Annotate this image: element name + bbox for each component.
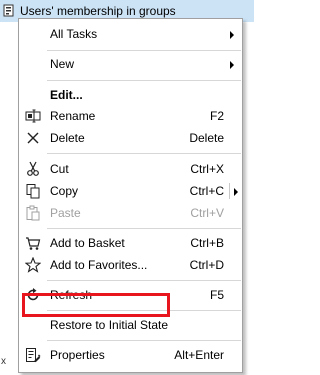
menu-separator — [47, 228, 241, 229]
menu-item-rename[interactable]: Rename F2 — [19, 105, 242, 127]
menu-item-delete[interactable]: Delete Delete — [19, 127, 242, 149]
menu-separator — [47, 153, 241, 154]
menu-item-shortcut: Delete — [189, 131, 224, 145]
highlight-box — [22, 293, 170, 317]
menu-item-label: Add to Favorites... — [50, 258, 148, 272]
submenu-arrow-icon — [230, 61, 234, 69]
menu-item-restore-to-initial-state[interactable]: Restore to Initial State — [19, 314, 242, 336]
menu-item-label: Cut — [50, 162, 69, 176]
paste-icon — [25, 205, 41, 221]
menu-separator — [47, 340, 241, 341]
menu-item-label: Properties — [50, 348, 105, 362]
menu-item-shortcut: Ctrl+V — [190, 206, 224, 220]
menu-item-copy[interactable]: Copy Ctrl+C — [19, 180, 242, 202]
menu-item-add-to-basket[interactable]: Add to Basket Ctrl+B — [19, 232, 242, 254]
star-icon — [24, 256, 42, 273]
submenu-arrow-icon[interactable] — [234, 188, 238, 196]
menu-item-shortcut: Alt+Enter — [174, 348, 224, 362]
menu-item-label: Delete — [50, 131, 85, 145]
menu-item-label: Rename — [50, 109, 96, 123]
background-panel — [0, 22, 18, 375]
background-glyph: x — [1, 356, 6, 367]
menu-item-shortcut: Ctrl+B — [190, 236, 224, 250]
menu-item-label: New — [50, 57, 75, 71]
menu-item-label: Copy — [50, 184, 79, 198]
window-title: Users' membership in groups — [20, 4, 176, 18]
menu-separator — [47, 80, 241, 81]
scissors-icon — [25, 161, 41, 177]
menu-item-cut[interactable]: Cut Ctrl+X — [19, 158, 242, 180]
delete-x-icon — [25, 130, 41, 146]
menu-item-label: Restore to Initial State — [50, 318, 169, 332]
menu-item-label: Add to Basket — [50, 236, 125, 250]
copy-icon — [25, 183, 41, 199]
menu-item-add-to-favorites[interactable]: Add to Favorites... Ctrl+D — [19, 254, 242, 276]
submenu-arrow-icon — [230, 31, 234, 39]
menu-separator — [47, 280, 241, 281]
menu-item-shortcut: Ctrl+D — [189, 258, 224, 272]
properties-icon — [25, 347, 41, 363]
menu-item-all-tasks[interactable]: All Tasks — [19, 23, 242, 45]
menu-item-shortcut: Ctrl+X — [190, 162, 224, 176]
context-menu: All Tasks New Edit... Rename F2 Delete D… — [18, 18, 243, 373]
users-membership-icon — [3, 4, 15, 17]
split-divider — [229, 183, 230, 199]
rename-icon — [25, 108, 41, 124]
menu-item-label: All Tasks — [50, 27, 98, 41]
menu-item-shortcut: F5 — [209, 288, 224, 302]
menu-item-new[interactable]: New — [19, 53, 242, 75]
menu-item-edit[interactable]: Edit... — [19, 84, 242, 106]
basket-icon — [25, 235, 41, 251]
menu-item-shortcut: Ctrl+C — [189, 184, 224, 198]
menu-item-label: Paste — [50, 206, 81, 220]
menu-item-shortcut: F2 — [209, 109, 224, 123]
menu-item-paste: Paste Ctrl+V — [19, 202, 242, 224]
menu-item-properties[interactable]: Properties Alt+Enter — [19, 344, 242, 366]
menu-item-label: Edit... — [50, 88, 83, 102]
menu-separator — [47, 50, 241, 51]
